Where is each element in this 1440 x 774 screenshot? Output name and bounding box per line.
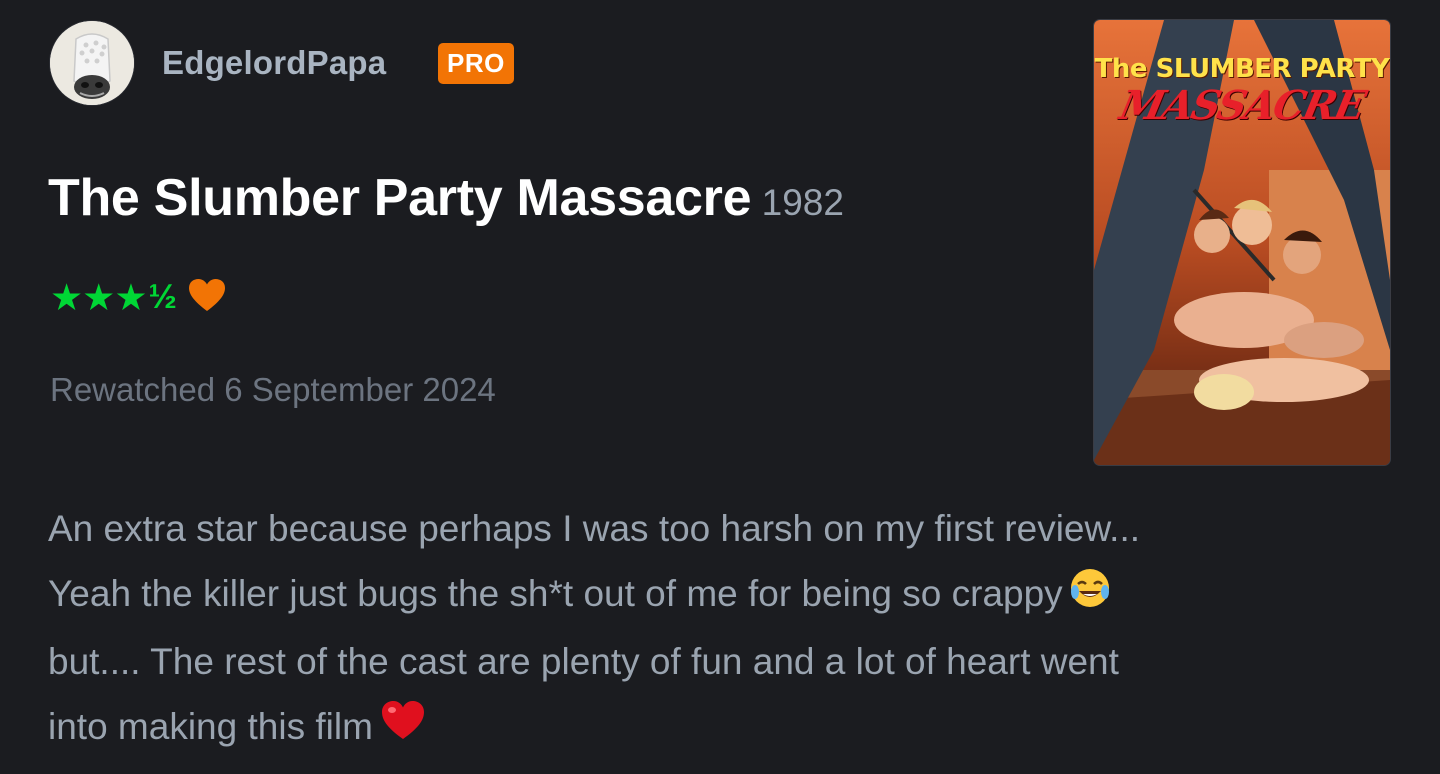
review-text: An extra star because perhaps I was too … (48, 496, 1388, 761)
film-year[interactable]: 1982 (762, 182, 844, 223)
rating: ★★★ ½ (50, 275, 227, 319)
laughing-crying-emoji (1069, 564, 1111, 629)
watched-date: Rewatched 6 September 2024 (50, 371, 496, 408)
poster-title: The SLUMBER PARTY (1094, 54, 1390, 84)
rating-stars: ★★★ (50, 276, 148, 318)
review-line: Yeah the killer just bugs the sh*t out o… (48, 573, 1063, 614)
rating-half-star: ½ (148, 278, 177, 316)
review-line-with-emoji: Yeah the killer just bugs the sh*t out o… (48, 561, 1388, 629)
avatar[interactable] (50, 21, 134, 105)
film-heading: The Slumber Party Massacre 1982 (48, 168, 844, 228)
username[interactable]: EdgelordPapa (162, 44, 386, 82)
film-title[interactable]: The Slumber Party Massacre (48, 169, 752, 227)
review-line: but.... The rest of the cast are plenty … (48, 640, 1119, 682)
red-heart-emoji (379, 696, 427, 761)
review-line-with-emoji: into making this film (48, 694, 1388, 762)
heart-like-icon (187, 277, 227, 318)
film-poster[interactable]: The SLUMBER PARTY MASSACRE (1094, 20, 1390, 465)
crocs-avatar-icon (50, 21, 134, 105)
review-line: into making this film (48, 705, 373, 747)
pro-badge: PRO (438, 43, 514, 84)
poster-subtitle: MASSACRE (1115, 82, 1369, 129)
review-line: An extra star because perhaps I was too … (48, 508, 1141, 549)
